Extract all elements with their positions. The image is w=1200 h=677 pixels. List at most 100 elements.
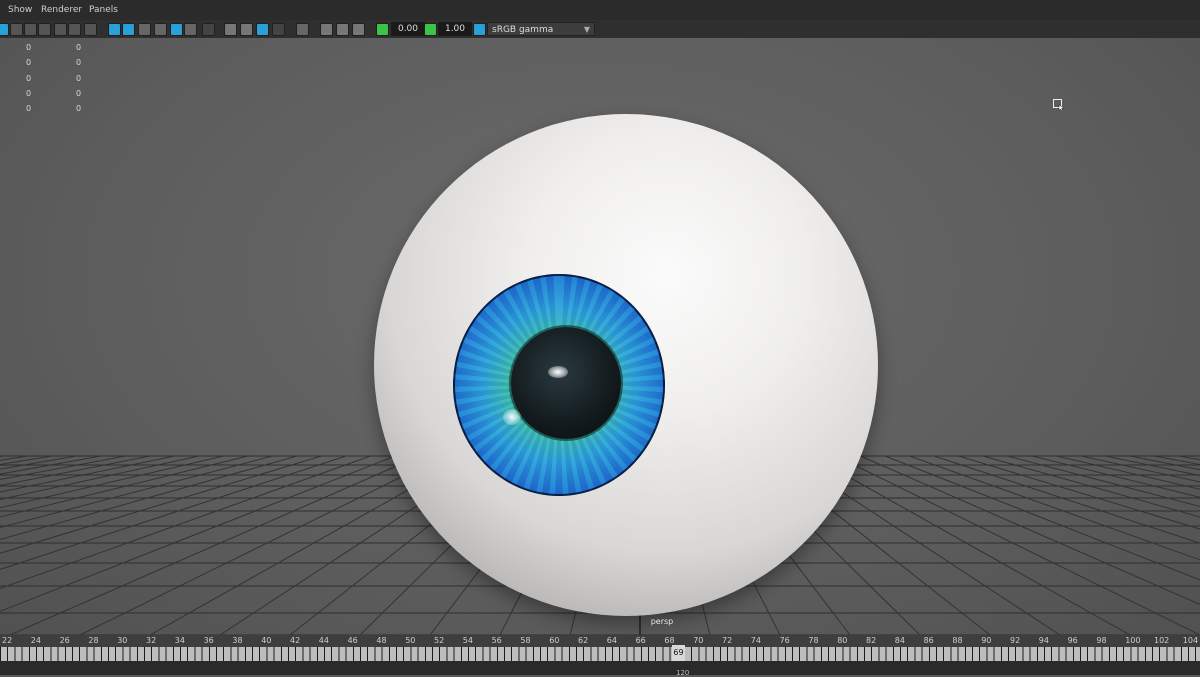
- wireframe-icon[interactable]: [108, 23, 121, 36]
- timeline-frame-number: 56: [492, 636, 502, 645]
- color-space-select[interactable]: sRGB gamma ▼: [487, 22, 595, 36]
- screen-space-icon[interactable]: [224, 23, 237, 36]
- exposure-icon[interactable]: [376, 23, 389, 36]
- grid-line: [0, 456, 248, 635]
- specular-highlight: [548, 366, 568, 378]
- grid-line: [812, 456, 1131, 635]
- timeline-frame-number: 68: [664, 636, 674, 645]
- hud-value: 0: [76, 40, 81, 55]
- motion-blur-icon[interactable]: [240, 23, 253, 36]
- menu-panels[interactable]: Panels: [89, 5, 118, 15]
- safe-action-icon[interactable]: [352, 23, 365, 36]
- bookmarks-icon[interactable]: [24, 23, 37, 36]
- timeline-frame-number: 104: [1183, 636, 1198, 645]
- field-chart-icon[interactable]: [336, 23, 349, 36]
- timeline-frame-number: 70: [693, 636, 703, 645]
- camera-label: persp: [640, 617, 684, 626]
- timeline-frame-number: 98: [1096, 636, 1106, 645]
- panel-menubar: Show Renderer Panels: [0, 0, 1200, 20]
- range-end-value: 120: [676, 669, 689, 677]
- shaded-icon[interactable]: [122, 23, 135, 36]
- color-management-icon[interactable]: [473, 23, 486, 36]
- timeline-frame-number: 92: [1010, 636, 1020, 645]
- grid-line: [0, 456, 371, 635]
- timeline-frame-number: 84: [895, 636, 905, 645]
- timeline-frame-number: 38: [232, 636, 242, 645]
- timeline-frame-number: 90: [981, 636, 991, 645]
- menu-show[interactable]: Show: [8, 5, 32, 15]
- timeline-frame-number: 30: [117, 636, 127, 645]
- hud-value: 0: [26, 71, 31, 86]
- timeline-frame-number: 64: [607, 636, 617, 645]
- timeline-frame-number: 24: [31, 636, 41, 645]
- timeline-frame-number: 36: [204, 636, 214, 645]
- grid-line: [1032, 456, 1200, 635]
- timeline-ticks[interactable]: [0, 647, 1200, 661]
- grid-line: [1179, 456, 1200, 635]
- hud-value: 0: [26, 86, 31, 101]
- timeline-frame-number: 96: [1068, 636, 1078, 645]
- chevron-down-icon: ▼: [584, 23, 590, 37]
- timeline-frame-number: 102: [1154, 636, 1169, 645]
- timeline-frame-number: 62: [578, 636, 588, 645]
- grid-line: [80, 456, 444, 635]
- timeline-frame-number: 82: [866, 636, 876, 645]
- wireframe-on-shaded-icon[interactable]: [138, 23, 151, 36]
- isolate-icon[interactable]: [296, 23, 309, 36]
- film-gate-icon[interactable]: [68, 23, 81, 36]
- timeline-frame-number: 88: [952, 636, 962, 645]
- gamma-field[interactable]: 1.00: [438, 22, 472, 36]
- timeline-frame-number: 72: [722, 636, 732, 645]
- ambient-occlusion-icon[interactable]: [202, 23, 215, 36]
- select-camera-icon[interactable]: [0, 23, 9, 36]
- hud-value: 0: [26, 40, 31, 55]
- gamma-icon[interactable]: [424, 23, 437, 36]
- timeline-frame-number: 76: [780, 636, 790, 645]
- grid-line: [1155, 456, 1200, 635]
- timeline-frame-number: 60: [549, 636, 559, 645]
- hud-value: 0: [76, 101, 81, 116]
- hud-value: 0: [26, 55, 31, 70]
- timeline-frame-number: 54: [463, 636, 473, 645]
- timeline-frame-number: 34: [175, 636, 185, 645]
- grid-line: [1106, 456, 1200, 635]
- timeline-frame-number: 80: [837, 636, 847, 645]
- timeline-frame-number: 44: [319, 636, 329, 645]
- hud-value: 0: [76, 71, 81, 86]
- timeline-frame-number: 28: [88, 636, 98, 645]
- exposure-field[interactable]: 0.00: [391, 22, 425, 36]
- current-frame-marker[interactable]: 69: [672, 645, 685, 661]
- grid-line: [885, 456, 1200, 635]
- timeline-frame-number: 32: [146, 636, 156, 645]
- timeline-frame-number: 94: [1039, 636, 1049, 645]
- hud-value: 0: [76, 86, 81, 101]
- grid-view-icon[interactable]: [54, 23, 67, 36]
- timeline-frame-number: 52: [434, 636, 444, 645]
- timeline-frame-number: 22: [2, 636, 12, 645]
- hud-value: 0: [76, 55, 81, 70]
- camera-attributes-icon[interactable]: [10, 23, 23, 36]
- hud-values-col2: 0 0 0 0 0: [76, 40, 81, 116]
- grid-line: [861, 456, 1200, 635]
- shadows-icon[interactable]: [184, 23, 197, 36]
- lights-icon[interactable]: [170, 23, 183, 36]
- color-space-value: sRGB gamma: [492, 25, 553, 35]
- textured-icon[interactable]: [154, 23, 167, 36]
- timeline-frame-number: 46: [348, 636, 358, 645]
- xray-icon[interactable]: [256, 23, 269, 36]
- timeline-frame-number: 58: [520, 636, 530, 645]
- secondary-highlight: [503, 409, 521, 425]
- timeline-frame-number: 42: [290, 636, 300, 645]
- xray-joints-icon[interactable]: [272, 23, 285, 36]
- range-slider[interactable]: [0, 661, 1200, 675]
- menu-renderer[interactable]: Renderer: [41, 5, 82, 15]
- image-plane-icon[interactable]: [38, 23, 51, 36]
- timeline-frame-number: 48: [376, 636, 386, 645]
- timeline-frame-number: 78: [808, 636, 818, 645]
- grid-line: [0, 456, 3, 635]
- timeline-frame-numbers: 2224262830323436384042444648505254565860…: [0, 635, 1200, 647]
- hud-values-col1: 0 0 0 0 0: [26, 40, 31, 116]
- gate-mask-icon[interactable]: [320, 23, 333, 36]
- mouse-cursor-icon: [1053, 99, 1065, 111]
- resolution-gate-icon[interactable]: [84, 23, 97, 36]
